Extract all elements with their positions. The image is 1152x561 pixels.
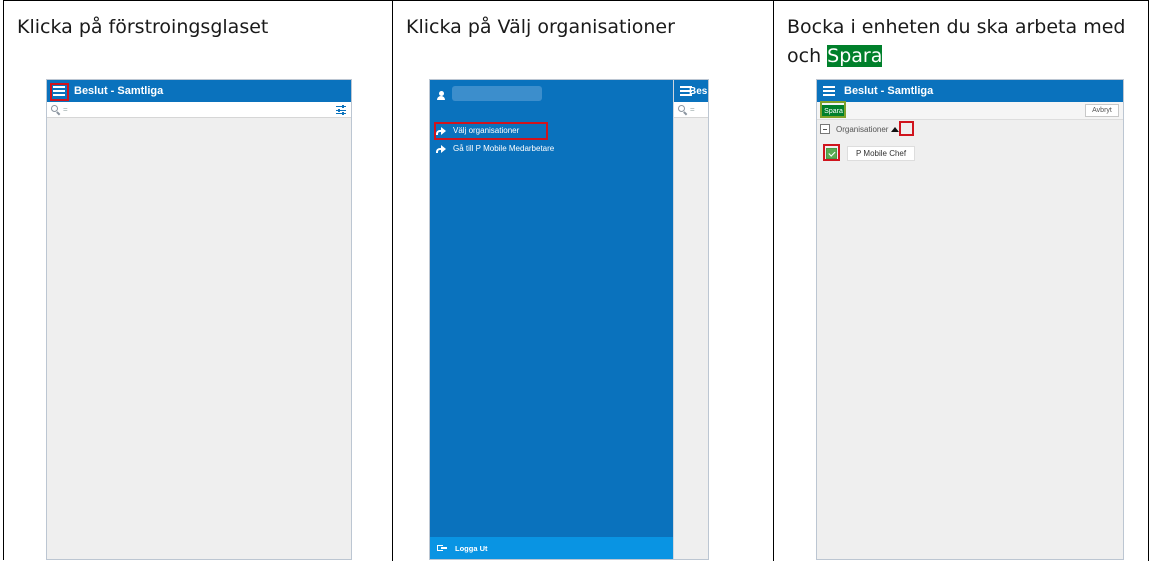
hamburger-menu-icon[interactable] (823, 86, 835, 96)
menu-item-ga-till-medarbetare[interactable]: Gå till P Mobile Medarbetare (436, 144, 554, 153)
blurred-username (452, 86, 542, 101)
peek-title: Beslut - (689, 85, 708, 97)
phone-screenshot-1: Beslut - Samtliga = (46, 79, 352, 560)
peek-search-bar: = (674, 102, 708, 118)
search-placeholder: = (690, 105, 695, 114)
search-bar[interactable]: = (47, 102, 351, 118)
app-header: Beslut - Samtliga (817, 80, 1123, 102)
menu-item-label: Gå till P Mobile Medarbetare (453, 144, 555, 153)
logout-button[interactable]: Logga Ut (430, 537, 673, 559)
header-title: Beslut - Samtliga (844, 85, 934, 97)
step-caption-3: Bocka i enheten du ska arbeta med och Sp… (787, 13, 1138, 71)
background-screen-peek: Beslut - = (673, 80, 708, 559)
highlight-box (820, 101, 846, 118)
user-row (430, 80, 673, 110)
highlight-box (823, 144, 840, 161)
tree-label: Organisationer (836, 124, 889, 134)
search-placeholder: = (63, 105, 68, 114)
org-item-label: P Mobile Chef (847, 146, 916, 161)
step-caption-1: Klicka på förstroingsglaset (17, 16, 269, 38)
filter-icon[interactable] (336, 105, 346, 115)
share-arrow-icon (436, 144, 446, 153)
side-drawer: Välj organisationer Gå till P Mobile Med… (430, 80, 673, 559)
phone-screenshot-2: Välj organisationer Gå till P Mobile Med… (429, 79, 709, 560)
header-title: Beslut - Samtliga (74, 85, 164, 97)
peek-header: Beslut - (674, 80, 708, 102)
highlight-box (434, 122, 548, 140)
step-caption-2: Klicka på Välj organisationer (406, 16, 675, 38)
logout-icon (437, 544, 447, 552)
collapse-icon[interactable] (820, 124, 830, 134)
search-icon (678, 105, 688, 116)
user-icon (437, 90, 445, 100)
highlight-box (50, 83, 69, 101)
highlight-box (899, 121, 914, 136)
app-header: Beslut - Samtliga (47, 80, 351, 102)
tree-header-organisationer[interactable]: Organisationer (820, 124, 900, 134)
search-icon[interactable] (51, 105, 61, 116)
phone-screenshot-3: Beslut - Samtliga Spara Avbryt Organisat… (816, 79, 1124, 560)
cancel-button[interactable]: Avbryt (1085, 104, 1119, 117)
caption-highlight-spara: Spara (827, 45, 883, 67)
action-bar: Spara Avbryt (817, 102, 1123, 120)
logout-label: Logga Ut (455, 543, 488, 553)
